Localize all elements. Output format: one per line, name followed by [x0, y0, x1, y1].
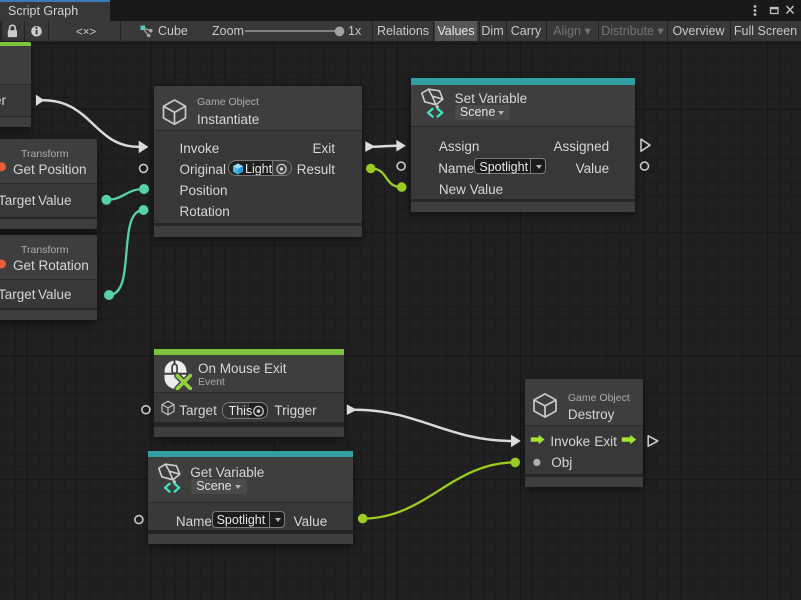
- svg-text:<×>: <×>: [76, 27, 96, 39]
